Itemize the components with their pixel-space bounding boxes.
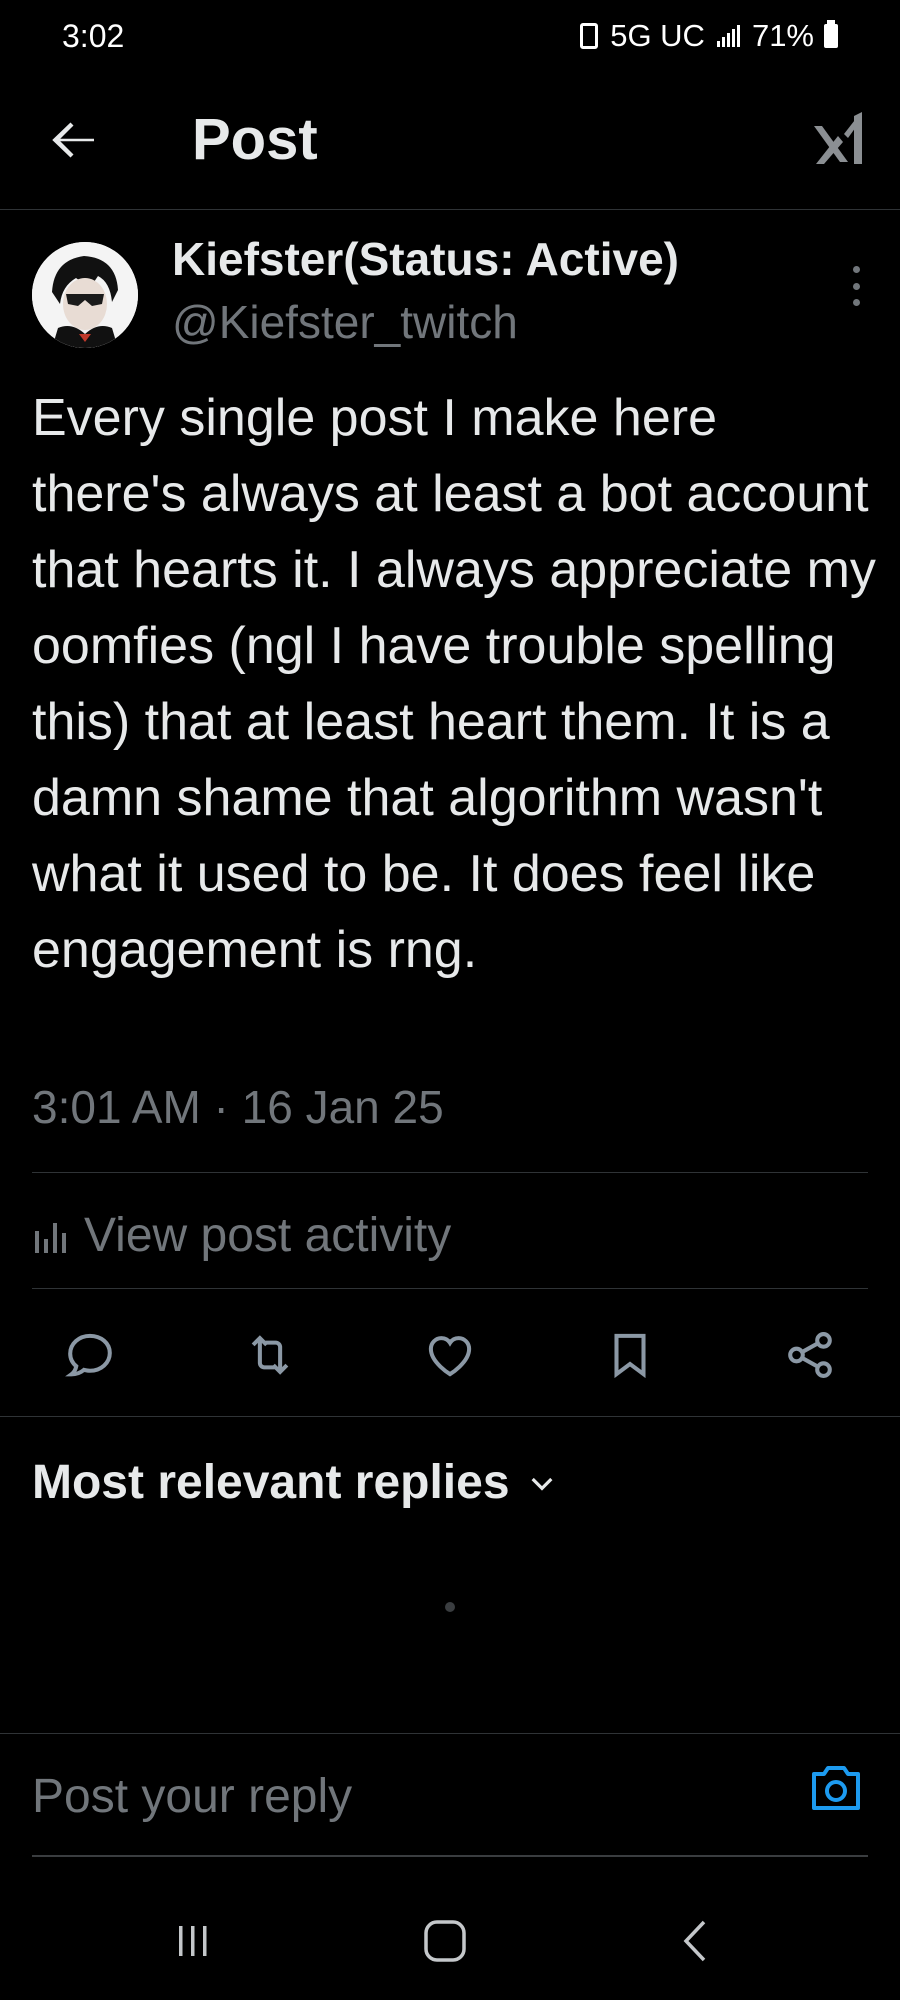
status-time: 3:02	[62, 18, 125, 54]
camera-icon[interactable]	[808, 1762, 864, 1814]
reply-input-underline	[32, 1855, 868, 1857]
replies-sort-label: Most relevant replies	[32, 1456, 510, 1509]
bar-chart-icon	[35, 1223, 66, 1253]
like-button[interactable]	[410, 1310, 490, 1400]
author-handle[interactable]: @Kiefster_twitch	[172, 295, 518, 349]
reply-composer	[0, 1733, 900, 1858]
network-label: 5G UC	[610, 18, 705, 53]
avatar[interactable]	[32, 242, 138, 348]
more-options-icon[interactable]	[850, 266, 862, 306]
sim-icon	[580, 23, 599, 49]
post-action-bar	[0, 1310, 900, 1400]
page-title: Post	[192, 107, 318, 172]
avatar-image	[32, 242, 138, 348]
divider	[32, 1172, 868, 1173]
home-icon	[424, 1920, 466, 1962]
recents-icon	[179, 1926, 207, 1956]
replies-sort-dropdown[interactable]: Most relevant replies	[32, 1455, 558, 1510]
bookmark-icon	[614, 1333, 646, 1379]
post-text: Every single post I make here there's al…	[32, 389, 876, 979]
divider	[32, 1288, 868, 1289]
grok-icon[interactable]	[808, 106, 868, 170]
battery-label: 71%	[751, 18, 814, 53]
post-timestamp[interactable]: 3:01 AM · 16 Jan 25	[32, 1080, 444, 1134]
system-nav-bar	[0, 1880, 900, 2000]
repost-icon	[251, 1335, 289, 1375]
chevron-down-icon	[531, 1477, 552, 1491]
reply-icon	[65, 1333, 112, 1377]
chevron-left-icon	[683, 1920, 706, 1962]
loading-indicator	[445, 1602, 455, 1612]
battery-icon	[824, 20, 838, 48]
arrow-left-icon[interactable]	[44, 110, 104, 170]
status-bar: 3:02 5G UC 71%	[0, 0, 900, 80]
repost-button[interactable]	[230, 1310, 310, 1400]
bookmark-button[interactable]	[590, 1310, 670, 1400]
back-button[interactable]	[657, 1906, 737, 1976]
author-name[interactable]: Kiefster(Status: Active)	[172, 232, 679, 286]
heart-icon	[428, 1336, 472, 1377]
recents-button[interactable]	[153, 1906, 233, 1976]
divider	[0, 1416, 900, 1417]
share-icon	[788, 1332, 832, 1378]
status-indicators: 5G UC 71%	[580, 18, 838, 54]
share-button[interactable]	[770, 1310, 850, 1400]
top-app-bar: Post	[0, 80, 900, 210]
home-button[interactable]	[405, 1906, 485, 1976]
signal-icon	[716, 25, 740, 47]
view-post-activity-label: View post activity	[84, 1208, 452, 1262]
view-post-activity[interactable]: View post activity	[32, 1200, 451, 1270]
reply-button[interactable]	[50, 1310, 130, 1400]
reply-input[interactable]	[32, 1764, 772, 1828]
